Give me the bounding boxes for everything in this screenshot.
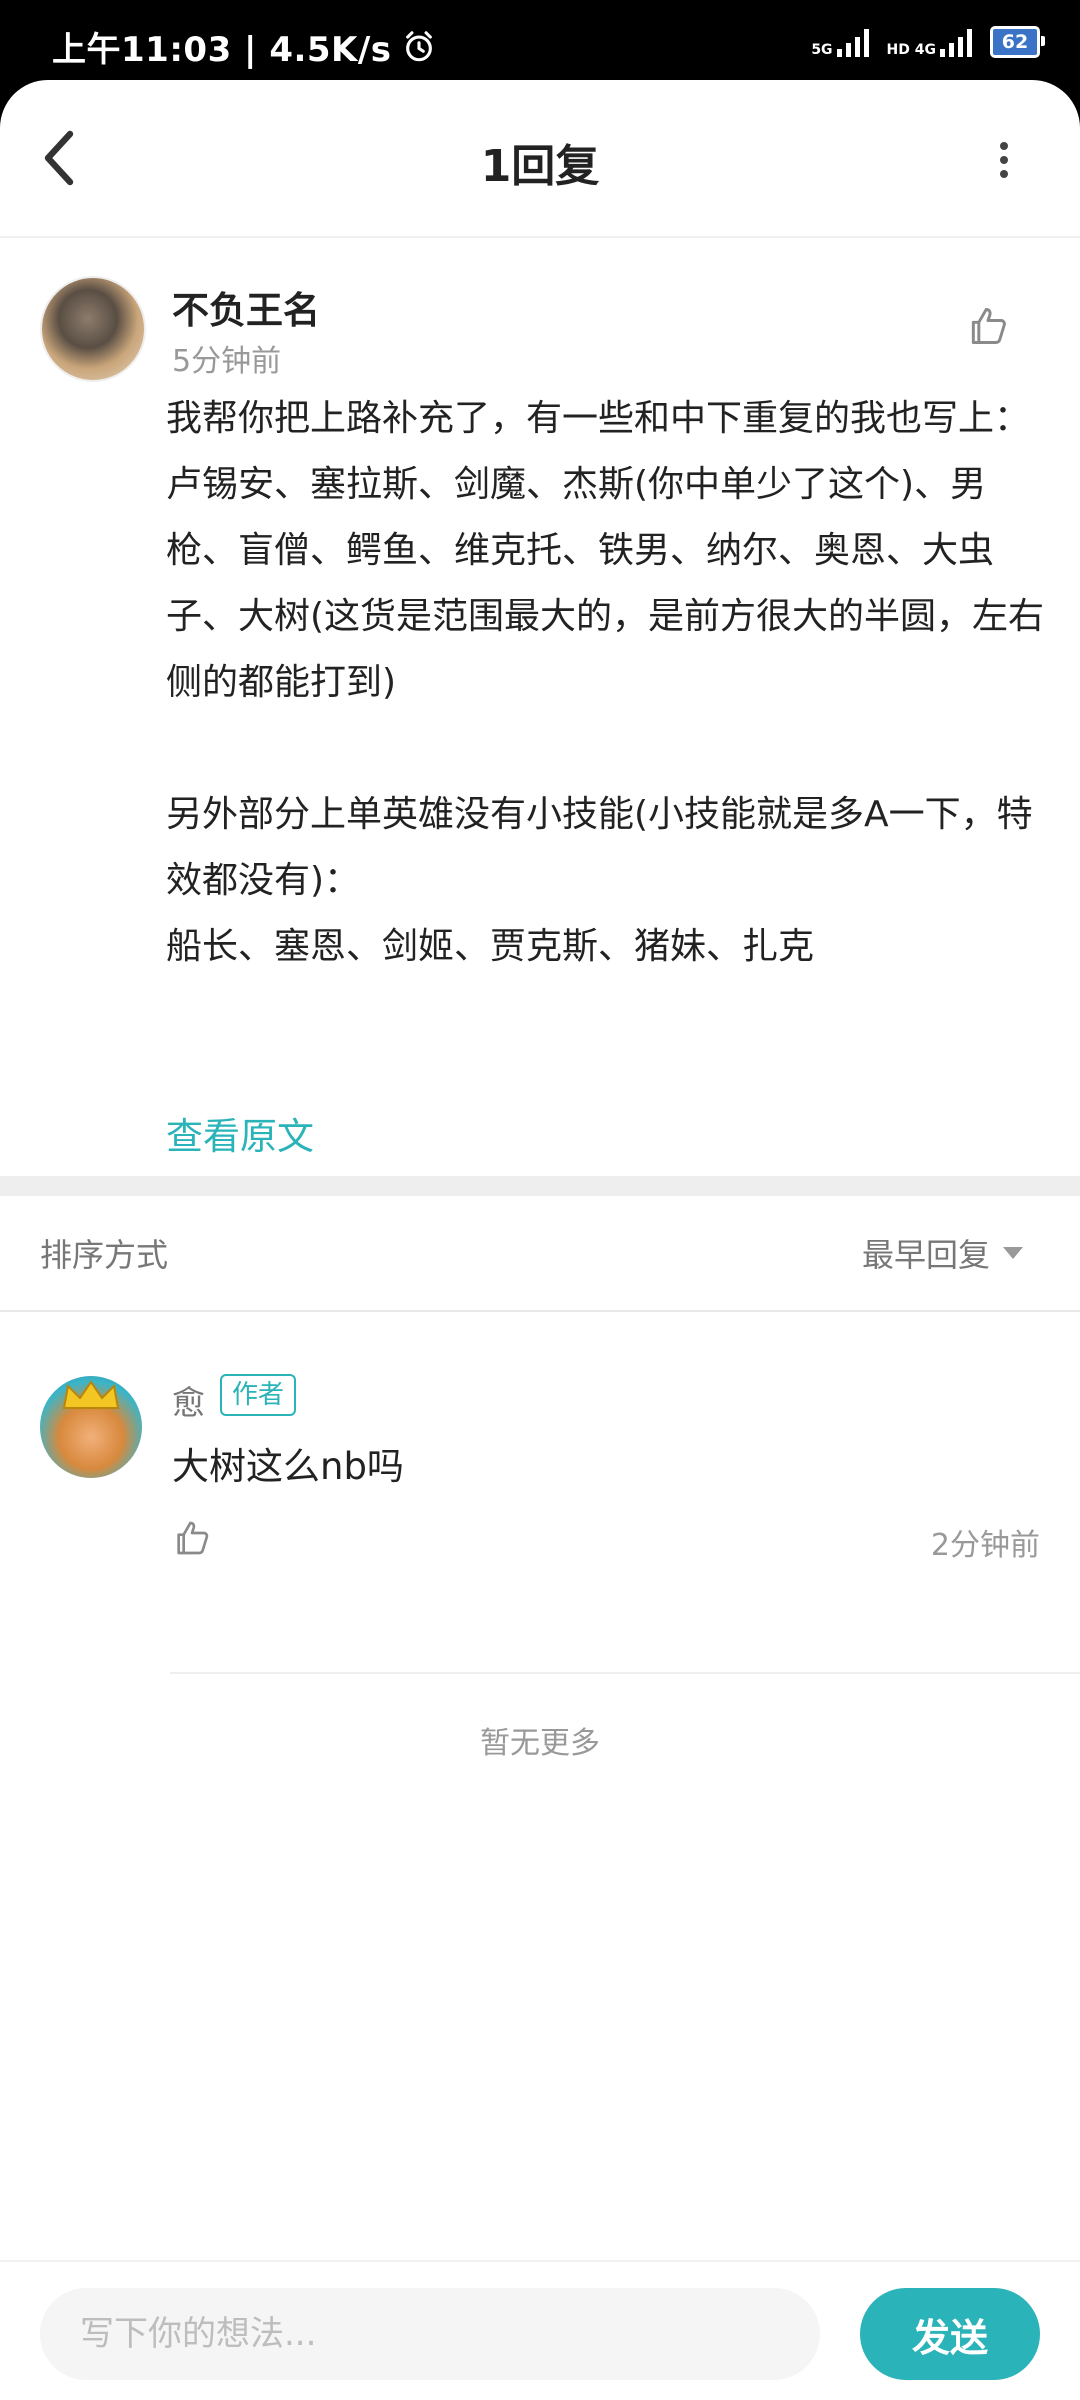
- caret-down-icon: [1003, 1247, 1023, 1259]
- author-badge: 作者: [220, 1374, 297, 1416]
- reply-text: 大树这么nb吗: [172, 1445, 404, 1488]
- sort-value: 最早回复: [861, 1236, 990, 1274]
- status-time-text: 上午11:03 | 4.5K/s: [52, 30, 392, 70]
- signal-4g-icon: HD 4G: [887, 27, 972, 57]
- view-original-link[interactable]: 查看原文: [166, 1106, 314, 1160]
- page-title: 1回复: [480, 141, 600, 192]
- send-button[interactable]: 发送: [860, 2288, 1040, 2380]
- thumbs-up-icon[interactable]: [172, 1518, 212, 1558]
- comment-line: 卢锡安、塞拉斯、剑魔、杰斯(你中单少了这个)、男枪、盲僧、鳄鱼、维克托、铁男、纳…: [166, 464, 1045, 703]
- section-divider: [0, 1176, 1080, 1196]
- more-options-icon[interactable]: [998, 140, 1010, 180]
- reply-divider: [170, 1672, 1080, 1674]
- reply-time: 2分钟前: [930, 1528, 1040, 1563]
- signal-4g-label: HD 4G: [886, 42, 936, 58]
- comment-line: 我帮你把上路补充了，有一些和中下重复的我也写上：: [166, 398, 1031, 439]
- reply-author[interactable]: 愈: [172, 1376, 205, 1424]
- reply-detail-sheet: 1回复 不负王名 5分钟前 我帮你把上路补充了，有一些和中下重复的我也写上： 卢…: [0, 80, 1080, 2400]
- crown-icon: [62, 1380, 120, 1409]
- status-time: 上午11:03 | 4.5K/s: [52, 22, 436, 71]
- comment-line: [166, 716, 1046, 782]
- signal-5g-icon: 5G: [811, 27, 869, 58]
- alarm-icon: [405, 30, 432, 61]
- avatar[interactable]: [40, 1376, 142, 1478]
- comment-time: 5分钟前: [172, 344, 282, 379]
- battery-icon: 62: [990, 26, 1045, 58]
- comment-line: 另外部分上单英雄没有小技能(小技能就是多A一下，特效都没有)：: [166, 794, 1033, 901]
- comment-author[interactable]: 不负王名: [172, 280, 320, 334]
- sort-bar: 排序方式 最早回复: [0, 1196, 1080, 1312]
- comment-line: 船长、塞恩、剑姬、贾克斯、猪妹、扎克: [166, 926, 815, 967]
- no-more-text: 暂无更多: [480, 1726, 600, 1761]
- battery-level: 62: [1001, 31, 1029, 53]
- comment-body: 我帮你把上路补充了，有一些和中下重复的我也写上： 卢锡安、塞拉斯、剑魔、杰斯(你…: [166, 386, 1046, 980]
- avatar[interactable]: [40, 276, 146, 382]
- sort-label: 排序方式: [40, 1236, 169, 1274]
- compose-bar: 发送: [0, 2260, 1080, 2400]
- thumbs-up-icon[interactable]: [966, 304, 1010, 348]
- page-header: 1回复: [0, 80, 1080, 238]
- comment-input[interactable]: [40, 2288, 820, 2380]
- signal-5g-label: 5G: [811, 42, 833, 58]
- reply-item: 愈 作者 大树这么nb吗 2分钟前: [0, 1312, 1080, 1563]
- sort-dropdown[interactable]: 最早回复: [862, 1230, 1024, 1276]
- status-icons: 5G HD 4G 62: [811, 26, 1045, 58]
